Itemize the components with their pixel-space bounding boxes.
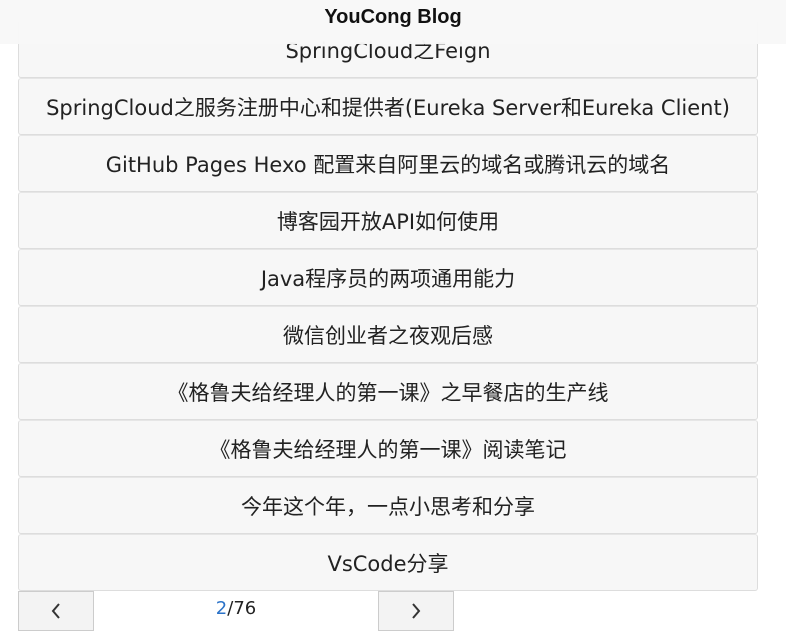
site-title[interactable]: YouCong Blog: [324, 6, 461, 29]
top-header: YouCong Blog: [0, 0, 786, 44]
chevron-left-icon: [50, 602, 62, 620]
page-indicator: 2/76: [94, 598, 378, 619]
post-title: 《格鲁夫给经理人的第一课》阅读笔记: [209, 437, 567, 462]
post-list-item[interactable]: Java程序员的两项通用能力: [18, 249, 758, 306]
post-title: 博客园开放API如何使用: [276, 209, 500, 234]
post-title: 《格鲁夫给经理人的第一课》之早餐店的生产线: [167, 380, 609, 405]
blog-page: SpringCloud之Feign SpringCloud之服务注册中心和提供者…: [0, 0, 786, 631]
next-page-button[interactable]: [378, 591, 454, 631]
post-list-item[interactable]: 今年这个年，一点小思考和分享: [18, 477, 758, 534]
post-title: 今年这个年，一点小思考和分享: [241, 494, 535, 519]
post-list-item[interactable]: VsCode分享: [18, 534, 758, 591]
post-title: GitHub Pages Hexo 配置来自阿里云的域名或腾讯云的域名: [105, 152, 671, 177]
previous-page-button[interactable]: [18, 591, 94, 631]
post-list: SpringCloud之Feign SpringCloud之服务注册中心和提供者…: [18, 22, 758, 591]
post-list-item[interactable]: SpringCloud之服务注册中心和提供者(Eureka Server和Eur…: [18, 78, 758, 135]
post-title: 微信创业者之夜观后感: [283, 323, 493, 348]
chevron-right-icon: [410, 602, 422, 620]
pagination: 2/76: [18, 590, 758, 631]
post-list-item[interactable]: 博客园开放API如何使用: [18, 192, 758, 249]
post-list-item[interactable]: GitHub Pages Hexo 配置来自阿里云的域名或腾讯云的域名: [18, 135, 758, 192]
post-list-item[interactable]: 微信创业者之夜观后感: [18, 306, 758, 363]
post-list-item[interactable]: 《格鲁夫给经理人的第一课》之早餐店的生产线: [18, 363, 758, 420]
total-pages: 76: [233, 598, 257, 619]
post-title: Java程序员的两项通用能力: [260, 266, 516, 291]
post-list-item[interactable]: 《格鲁夫给经理人的第一课》阅读笔记: [18, 420, 758, 477]
post-title: VsCode分享: [327, 551, 449, 576]
post-title: SpringCloud之服务注册中心和提供者(Eureka Server和Eur…: [46, 95, 730, 120]
current-page-number: 2: [215, 598, 228, 619]
